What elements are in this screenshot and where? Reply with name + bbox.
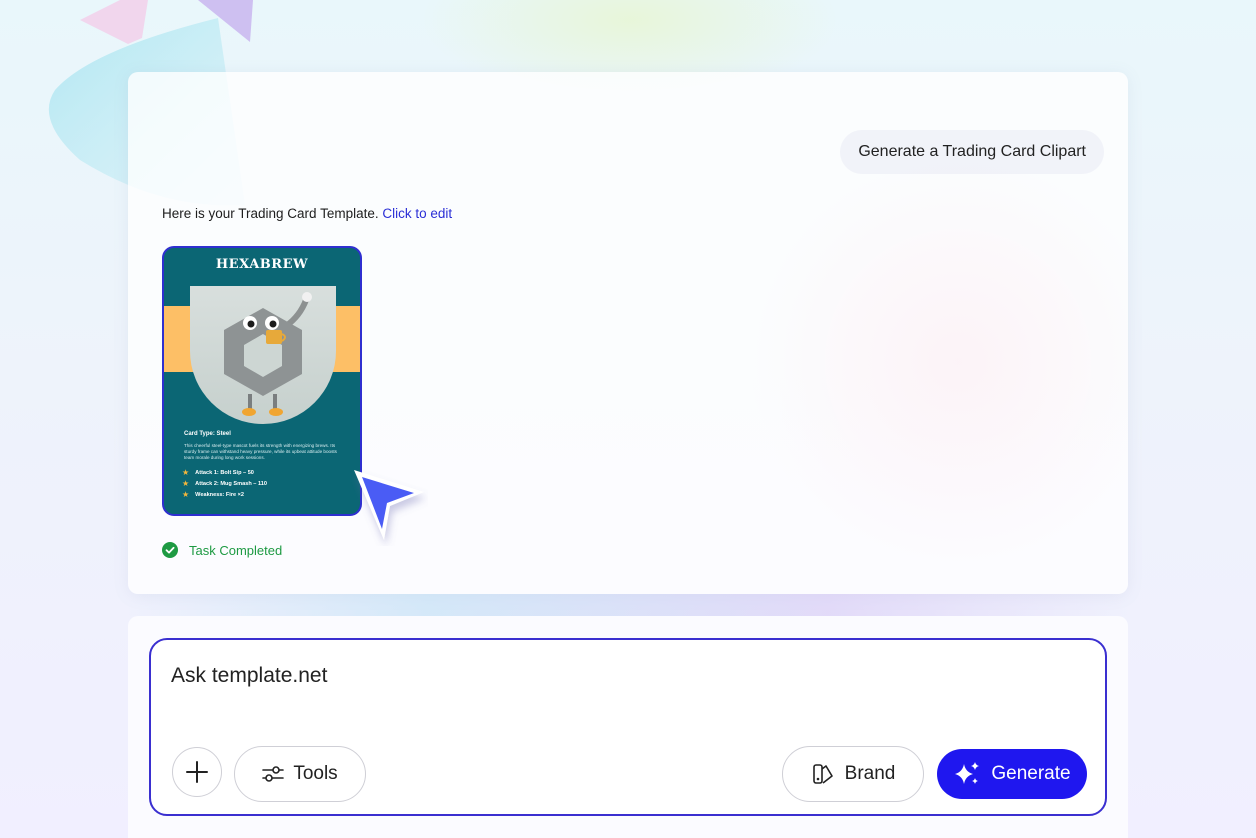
star-icon: ★	[182, 489, 190, 499]
add-attachment-button[interactable]	[172, 747, 222, 797]
tools-label: Tools	[293, 763, 338, 784]
sparkles-icon	[955, 762, 980, 784]
composer-panel: Ask template.net Tools Brand Generate	[128, 616, 1128, 838]
reply-text: Here is your Trading Card Template.	[162, 206, 379, 221]
divider-glow	[128, 594, 1128, 616]
task-status: Task Completed	[162, 542, 282, 558]
card-type-label: Card Type: Steel	[184, 431, 231, 437]
card-title: HEXABREW	[215, 257, 309, 272]
star-icon: ★	[182, 478, 190, 488]
generate-button[interactable]: Generate	[937, 749, 1087, 799]
assistant-reply: Here is your Trading Card Template. Clic…	[162, 206, 452, 221]
card-stat-item: ★ Weakness: Fire ×2	[182, 489, 267, 500]
check-circle-icon	[162, 542, 178, 558]
generate-label: Generate	[991, 763, 1071, 784]
chat-panel: Generate a Trading Card Clipart Here is …	[128, 72, 1128, 594]
plus-icon	[186, 761, 208, 783]
card-stat-label: Attack 2: Mug Smash – 110	[195, 480, 267, 487]
trading-card-preview[interactable]: HEXABREW Card Type: Steel This cheerful …	[162, 246, 362, 516]
brand-palette-icon	[812, 764, 833, 784]
card-stats-list: ★ Attack 1: Bolt Sip – 50 ★ Attack 2: Mu…	[182, 467, 267, 500]
click-to-edit-link[interactable]: Click to edit	[382, 206, 452, 221]
user-message-bubble: Generate a Trading Card Clipart	[840, 130, 1104, 174]
decorative-pink-shape	[80, 0, 148, 44]
star-icon: ★	[182, 467, 190, 477]
task-status-text: Task Completed	[189, 542, 283, 558]
brand-label: Brand	[844, 763, 896, 784]
cursor-pointer-icon	[354, 470, 424, 540]
card-stat-item: ★ Attack 2: Mug Smash – 110	[182, 478, 267, 489]
tools-button[interactable]: Tools	[234, 746, 366, 802]
card-stat-label: Attack 1: Bolt Sip – 50	[195, 469, 254, 476]
card-stat-item: ★ Attack 1: Bolt Sip – 50	[182, 467, 267, 478]
prompt-composer[interactable]: Ask template.net Tools Brand Generate	[149, 638, 1107, 816]
prompt-input[interactable]: Ask template.net	[171, 664, 327, 688]
hexagon-mascot-illustration	[224, 292, 312, 416]
card-description: This cheerful steel-type mascot fuels it…	[184, 443, 337, 460]
user-message-text: Generate a Trading Card Clipart	[858, 143, 1086, 160]
decorative-purple-shape	[198, 0, 253, 42]
card-mascot-image	[190, 286, 336, 424]
card-stat-label: Weakness: Fire ×2	[195, 491, 245, 498]
sliders-icon	[262, 766, 285, 782]
brand-button[interactable]: Brand	[782, 746, 924, 802]
